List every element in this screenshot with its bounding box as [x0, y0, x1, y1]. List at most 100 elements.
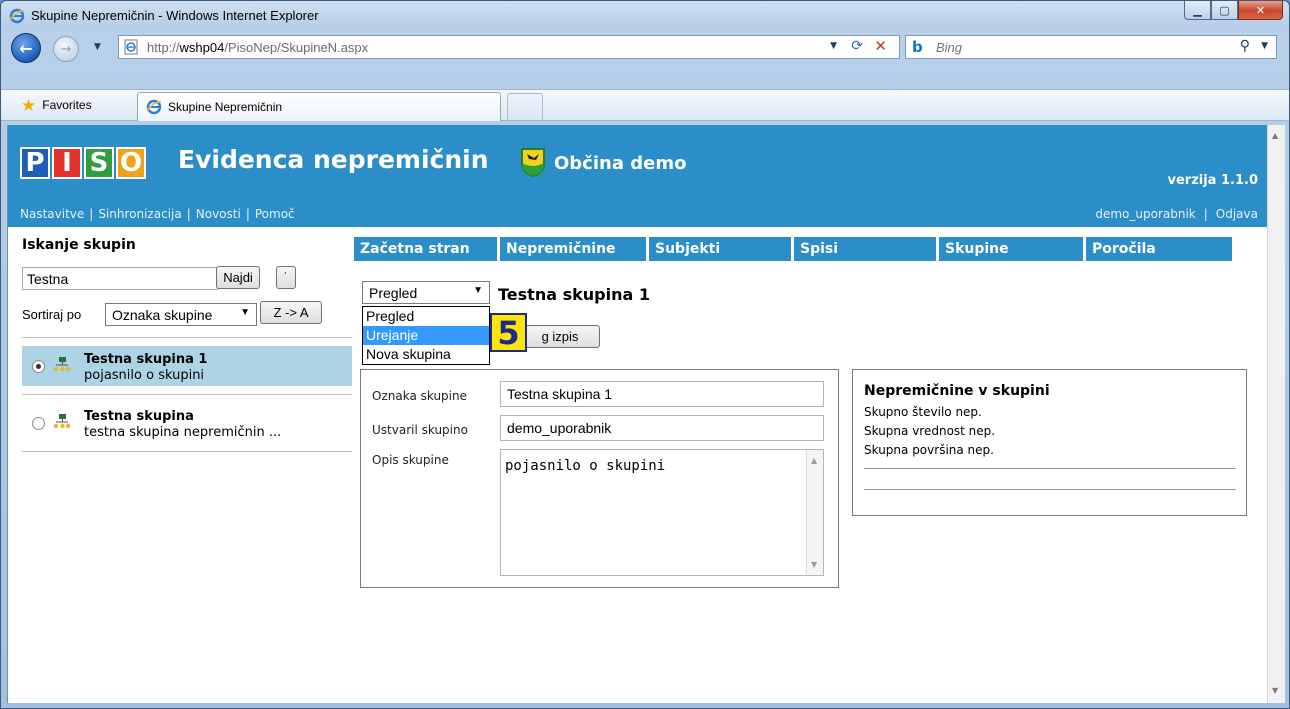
browser-tab[interactable]: Skupine Nepremičnin — [137, 92, 501, 121]
logo-letter: I — [52, 147, 82, 179]
ustvaril-field[interactable] — [500, 415, 824, 441]
scroll-down-icon[interactable]: ▼ — [811, 560, 817, 569]
group-list-item[interactable]: Testna skupina 1 pojasnilo o skupini — [22, 346, 352, 386]
separator: | — [1203, 207, 1208, 221]
close-icon: ✕ — [1255, 3, 1266, 17]
mode-option-pregled[interactable]: Pregled — [363, 307, 489, 326]
close-window-button[interactable]: ✕ — [1238, 1, 1283, 20]
divider — [22, 337, 352, 338]
logo-letter: S — [84, 147, 114, 179]
scroll-down-icon[interactable]: ▼ — [1272, 686, 1278, 695]
opis-label: Opis skupine — [372, 453, 449, 467]
back-button[interactable]: ← — [11, 33, 41, 63]
search-panel-title: Iskanje skupin — [22, 237, 136, 253]
group-hierarchy-icon — [53, 414, 71, 429]
link-novosti[interactable]: Novosti — [196, 207, 241, 221]
address-dropdown-icon[interactable]: ▼ — [830, 41, 837, 51]
divider — [22, 451, 352, 452]
piso-logo: P I S O — [20, 147, 146, 179]
stats-value-label: Skupna vrednost nep. — [864, 424, 996, 438]
ie-logo-icon — [9, 8, 25, 24]
stats-title: Nepremičnine v skupini — [864, 383, 1050, 399]
sort-select[interactable]: Oznaka skupine ▼ — [105, 303, 257, 326]
tab-skupine[interactable]: Skupine — [939, 237, 1083, 261]
page-title: Testna skupina 1 — [498, 285, 650, 304]
page-viewport: P I S O Evidenca nepremičnin Občina demo… — [7, 125, 1267, 703]
stop-icon[interactable]: ✕ — [874, 37, 887, 55]
sort-order-button[interactable]: Z -> A — [260, 301, 322, 324]
chevron-down-icon: ▼ — [473, 285, 483, 296]
back-arrow-icon: ← — [19, 38, 33, 58]
opis-textarea[interactable]: pojasnilo o skupini — [500, 449, 824, 576]
group-list-item[interactable]: Testna skupina testna skupina nepremični… — [22, 403, 352, 443]
forward-button[interactable]: → — [53, 36, 79, 62]
search-dropdown-icon[interactable]: ▼ — [1261, 41, 1268, 51]
group-description: pojasnilo o skupini — [84, 368, 205, 383]
coat-of-arms-icon — [521, 148, 545, 177]
maximize-button[interactable]: ▢ — [1211, 1, 1238, 20]
minimize-button[interactable]: ▁ — [1184, 1, 1211, 20]
oznaka-field[interactable] — [500, 381, 824, 407]
link-nastavitve[interactable]: Nastavitve — [20, 207, 84, 221]
more-options-button[interactable]: ˙ — [276, 266, 296, 289]
address-bar[interactable]: http://wshp04/PisoNep/SkupineN.aspx ▼ ⟳ … — [118, 35, 900, 59]
title-bar: Skupine Nepremičnin - Windows Internet E… — [1, 1, 1289, 31]
mode-option-urejanje[interactable]: Urejanje — [363, 326, 489, 345]
version-label: verzija 1.1.0 — [1167, 173, 1259, 188]
link-pomoc[interactable]: Pomoč — [255, 207, 295, 221]
url-text[interactable]: http://wshp04/PisoNep/SkupineN.aspx — [147, 40, 368, 55]
scroll-up-icon[interactable]: ▲ — [1272, 131, 1278, 140]
minimize-icon: ▁ — [1193, 3, 1202, 17]
favorites-label: Favorites — [42, 98, 92, 112]
new-tab-button[interactable] — [507, 93, 543, 120]
browser-window: Skupine Nepremičnin - Windows Internet E… — [0, 0, 1290, 709]
search-icon[interactable]: ⚲ — [1240, 38, 1250, 54]
find-button[interactable]: Najdi — [216, 266, 260, 289]
separator: | — [89, 207, 94, 221]
oznaka-label: Oznaka skupine — [372, 389, 467, 403]
ie-logo-icon — [146, 99, 162, 115]
favorites-button[interactable]: ★ Favorites — [21, 94, 92, 116]
window-title: Skupine Nepremičnin - Windows Internet E… — [31, 8, 319, 23]
tab-porocila[interactable]: Poročila — [1086, 237, 1232, 261]
logo-letter: P — [20, 147, 50, 179]
sort-label: Sortiraj po — [22, 307, 82, 322]
municipality-name: Občina demo — [554, 153, 687, 174]
group-hierarchy-icon — [53, 357, 71, 372]
scroll-up-icon[interactable]: ▲ — [811, 456, 817, 465]
star-icon: ★ — [21, 95, 37, 115]
group-radio[interactable] — [32, 360, 45, 373]
logout-link[interactable]: Odjava — [1216, 207, 1258, 221]
mode-select[interactable]: Pregled ▼ — [362, 281, 490, 304]
mode-option-nova-skupina[interactable]: Nova skupina — [363, 345, 489, 364]
step-number-badge: 5 — [490, 313, 527, 352]
logo-letter: O — [116, 147, 146, 179]
user-links: demo_uporabnik | Odjava — [1095, 207, 1258, 221]
divider — [22, 394, 352, 395]
link-sinhronizacija[interactable]: Sinhronizacija — [98, 207, 181, 221]
tab-nepremicnine[interactable]: Nepremičnine — [500, 237, 646, 261]
tab-spisi[interactable]: Spisi — [794, 237, 936, 261]
textarea-scrollbar[interactable]: ▲ ▼ — [806, 450, 823, 575]
group-radio[interactable] — [32, 417, 45, 430]
app-title: Evidenca nepremičnin — [178, 145, 489, 174]
page-icon — [124, 39, 138, 55]
favorites-bar: ★ Favorites Skupine Nepremičnin — [1, 89, 1289, 121]
forward-arrow-icon: → — [60, 41, 72, 57]
stats-count-label: Skupno število nep. — [864, 405, 982, 419]
username-link[interactable]: demo_uporabnik — [1095, 207, 1195, 221]
search-input[interactable] — [934, 37, 1214, 57]
page-scrollbar[interactable]: ▲ ▼ — [1267, 125, 1285, 703]
top-links: Nastavitve | Sinhronizacija | Novosti | Pomoč — [20, 207, 295, 221]
group-description: testna skupina nepremičnin ... — [84, 425, 282, 440]
tab-zacetna-stran[interactable]: Začetna stran — [354, 237, 497, 261]
group-name: Testna skupina 1 — [84, 352, 208, 367]
separator: | — [245, 207, 250, 221]
tab-subjekti[interactable]: Subjekti — [649, 237, 791, 261]
tab-title: Skupine Nepremičnin — [168, 100, 283, 114]
print-button[interactable]: g izpis — [520, 325, 600, 348]
group-search-input[interactable] — [22, 267, 218, 290]
search-bar: b ⚲ ▼ — [905, 35, 1277, 59]
refresh-icon[interactable]: ⟳ — [851, 38, 863, 54]
history-dropdown-icon[interactable]: ▼ — [94, 42, 101, 52]
